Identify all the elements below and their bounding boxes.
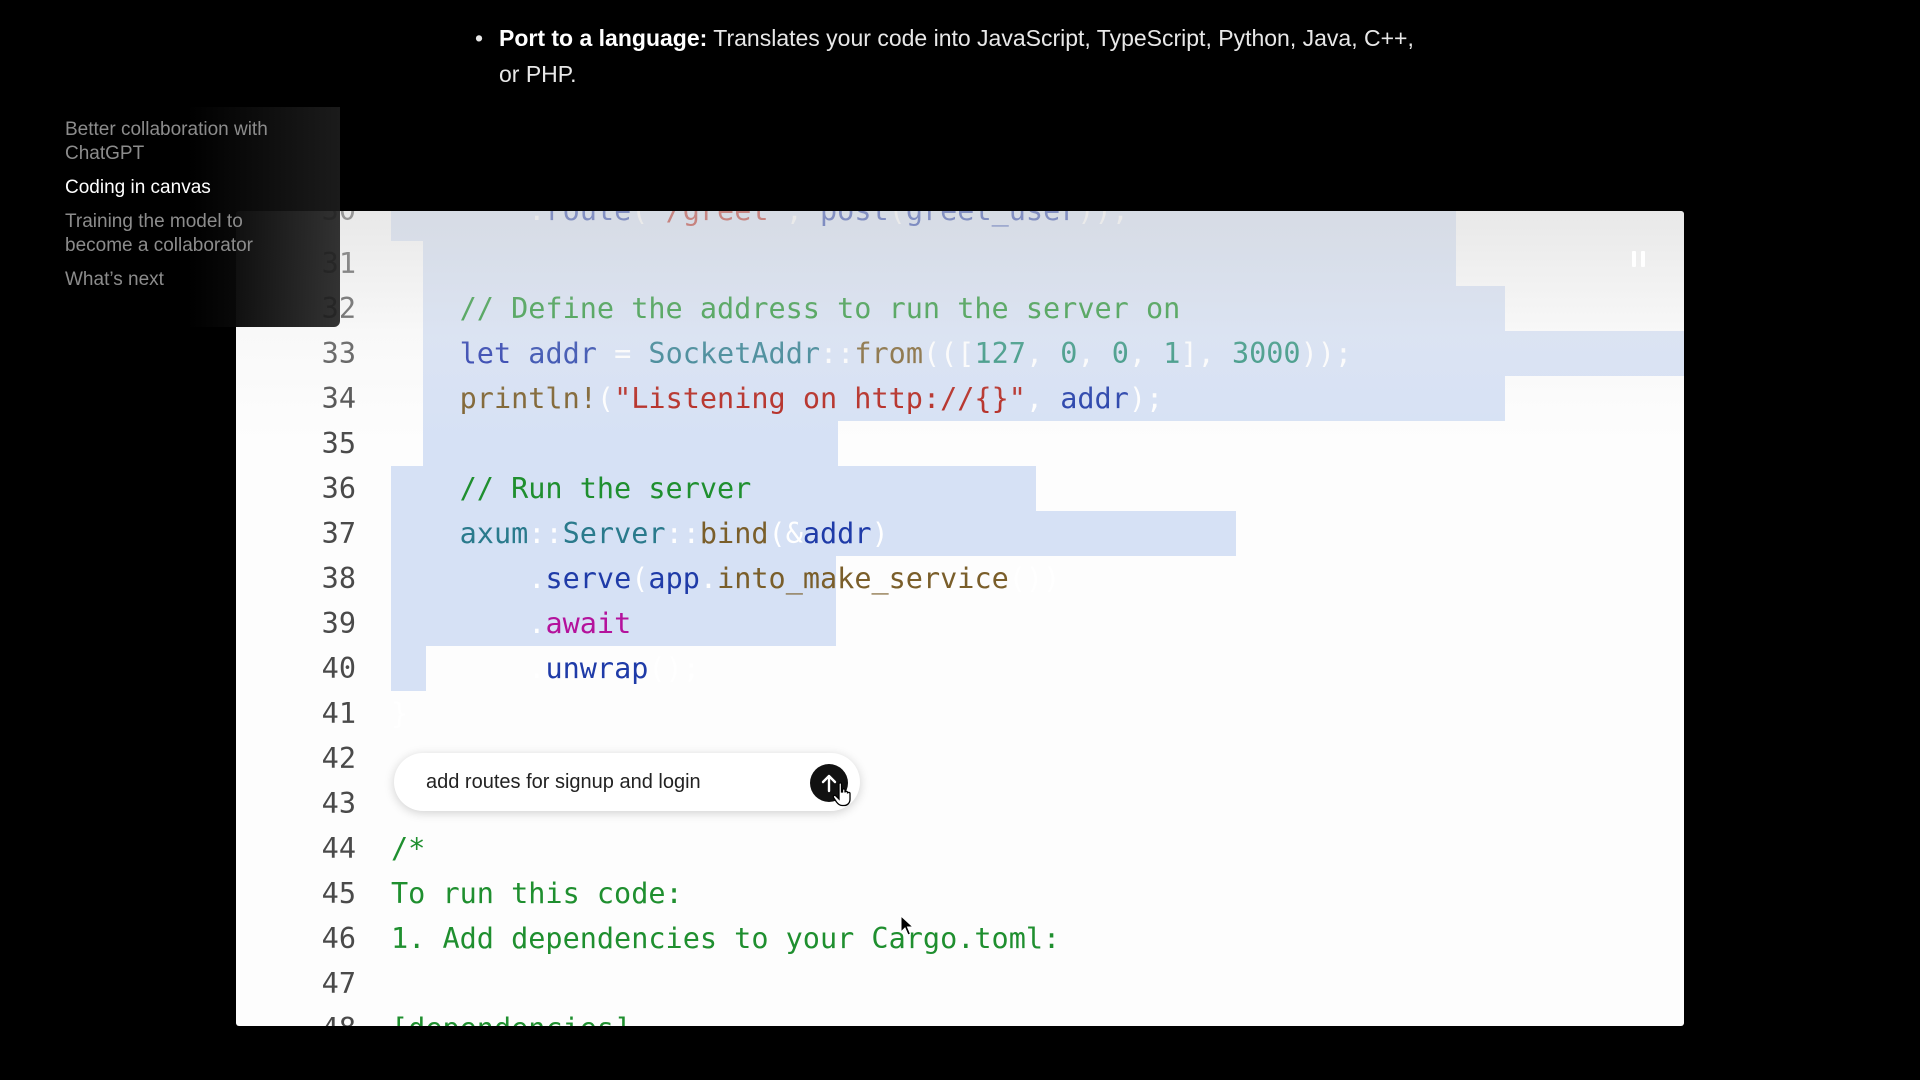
- toc-item[interactable]: Better collaboration with ChatGPT: [65, 118, 305, 166]
- toc-item[interactable]: What’s next: [65, 268, 305, 292]
- pointer-cursor-icon: [900, 915, 915, 936]
- line-number: 36: [321, 472, 356, 505]
- line-number: 48: [236, 1006, 356, 1026]
- hand-cursor-icon: [832, 782, 851, 807]
- code-text: }: [391, 697, 409, 730]
- code-text: .unwrap();: [391, 652, 700, 685]
- code-text: .await: [391, 607, 632, 640]
- prompt-input-text[interactable]: add routes for signup and login: [426, 753, 701, 811]
- code-text: println!("Listening on http://{}", addr)…: [459, 382, 1164, 415]
- line-number: 39: [321, 607, 356, 640]
- selection-highlight: [423, 241, 1456, 286]
- code-text: // Define the address to run the server …: [391, 292, 1181, 325]
- line-number: 33: [321, 337, 356, 370]
- inline-prompt-box[interactable]: add routes for signup and login: [394, 753, 860, 811]
- line-number: 41: [321, 697, 356, 730]
- line-number: 44: [321, 832, 356, 865]
- code-text: .serve(app.into_make_service()): [391, 562, 1061, 595]
- line-number: 34: [321, 382, 356, 415]
- toc-item-active[interactable]: Coding in canvas: [65, 176, 305, 200]
- line-number: 40: [321, 652, 356, 685]
- code-text: To run this code:: [391, 877, 683, 910]
- code-text: [dependencies]: [391, 1006, 631, 1026]
- toc-item[interactable]: Training the model to become a collabora…: [65, 210, 305, 258]
- line-number: 43: [321, 787, 356, 820]
- code-editor: 30 .route("/greet", post(greet_user));31…: [236, 211, 1684, 1026]
- code-text: /*: [391, 832, 426, 865]
- pause-icon[interactable]: [1632, 251, 1646, 267]
- table-of-contents: Better collaboration with ChatGPT Coding…: [0, 107, 340, 327]
- bullet-term: Port to a language:: [499, 25, 708, 51]
- line-number: 35: [321, 427, 356, 460]
- line-number: 45: [321, 877, 356, 910]
- code-text: // Run the server: [391, 472, 752, 505]
- line-number: 38: [321, 562, 356, 595]
- line-number: 47: [321, 967, 356, 1000]
- demo-video[interactable]: 30 .route("/greet", post(greet_user));31…: [236, 211, 1684, 1026]
- code-text: let addr = SocketAddr::from(([127, 0, 0,…: [459, 337, 1353, 370]
- feature-bullet: • Port to a language: Translates your co…: [475, 20, 1435, 92]
- selection-highlight: [423, 421, 838, 466]
- code-text: 1. Add dependencies to your Cargo.toml:: [391, 922, 1061, 955]
- line-number: 37: [321, 517, 356, 550]
- line-number: 46: [321, 922, 356, 955]
- code-text: .route("/greet", post(greet_user));: [391, 211, 1129, 233]
- code-text: axum::Server::bind(&addr): [459, 517, 889, 550]
- bullet-dot: •: [475, 25, 484, 51]
- line-number: 42: [321, 742, 356, 775]
